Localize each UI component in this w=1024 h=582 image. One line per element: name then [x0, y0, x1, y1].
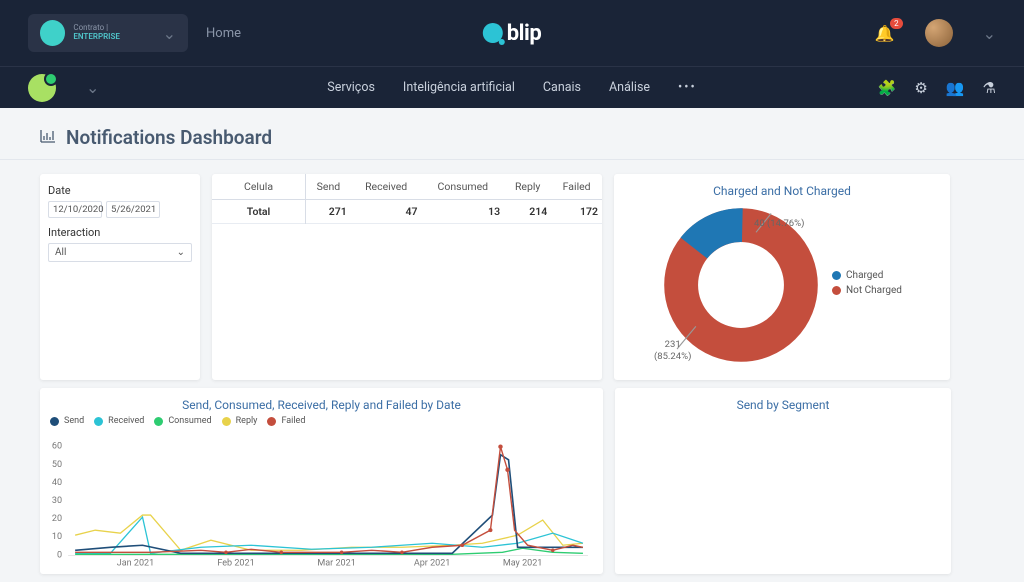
- svg-text:10: 10: [52, 532, 62, 542]
- notif-badge: 2: [890, 18, 903, 29]
- chevron-down-icon: ⌄: [177, 247, 185, 258]
- bar-chart-icon: [40, 129, 56, 147]
- svg-text:0: 0: [57, 550, 62, 560]
- col-celula[interactable]: Celula: [212, 174, 306, 200]
- org-avatar-icon: [40, 20, 65, 46]
- svg-text:May 2021: May 2021: [503, 558, 543, 568]
- legend-dot-icon: [222, 417, 231, 426]
- svg-text:Mar 2021: Mar 2021: [317, 558, 355, 568]
- date-to-input[interactable]: 5/26/2021: [106, 201, 160, 218]
- donut-legend: Charged Not Charged: [832, 270, 902, 300]
- donut-label-charged: 40 (14.76%): [754, 218, 804, 229]
- dashboard-row-2: Send, Consumed, Received, Reply and Fail…: [0, 380, 1024, 574]
- legend-reply[interactable]: Reply: [222, 416, 258, 426]
- nav-item-canais[interactable]: Canais: [543, 80, 581, 95]
- org-selector[interactable]: Contrato | ENTERPRISE ⌄: [28, 14, 188, 52]
- page-title-bar: Notifications Dashboard: [0, 108, 1024, 160]
- col-reply[interactable]: Reply: [504, 174, 551, 200]
- home-link[interactable]: Home: [206, 26, 241, 41]
- legend-consumed[interactable]: Consumed: [154, 416, 211, 426]
- header-right: 🔔 2 ⌄: [875, 19, 996, 47]
- line-chart: 0 10 20 30 40 50 60 Jan 2021 Feb 2021 Ma…: [50, 430, 593, 570]
- svg-text:40: 40: [52, 478, 62, 488]
- table-row: Total 271 47 13 214 172: [212, 200, 602, 224]
- date-from-input[interactable]: 12/10/2020: [48, 201, 102, 218]
- brand-logo[interactable]: blip: [483, 21, 541, 46]
- chevron-down-icon: ⌄: [163, 24, 176, 43]
- legend-received[interactable]: Received: [94, 416, 144, 426]
- legend-dot-icon: [94, 417, 103, 426]
- gear-icon[interactable]: ⚙: [914, 79, 927, 97]
- brand-dot-icon: [483, 23, 503, 43]
- brand-text: blip: [507, 21, 541, 46]
- nav-right-icons: 🧩 ⚙ 👥 ⚗: [878, 79, 996, 97]
- legend-failed[interactable]: Failed: [267, 416, 305, 426]
- chevron-down-icon[interactable]: ⌄: [86, 78, 99, 97]
- line-chart-card: Send, Consumed, Received, Reply and Fail…: [40, 388, 603, 574]
- legend-dot-icon: [154, 417, 163, 426]
- top-header: Contrato | ENTERPRISE ⌄ Home blip 🔔 2 ⌄: [0, 0, 1024, 66]
- summary-table: Celula Send Received Consumed Reply Fail…: [212, 174, 602, 224]
- org-text: Contrato | ENTERPRISE: [73, 24, 154, 42]
- nav-item-analise[interactable]: Análise: [609, 80, 650, 95]
- donut-card: Charged and Not Charged 40 (14.76%) Char…: [614, 174, 950, 380]
- svg-text:Jan 2021: Jan 2021: [117, 558, 154, 568]
- legend-dot-icon: [832, 271, 841, 280]
- bot-avatar[interactable]: [28, 74, 56, 102]
- legend-send[interactable]: Send: [50, 416, 84, 426]
- line-legend: Send Received Consumed Reply Failed: [50, 416, 593, 426]
- legend-charged[interactable]: Charged: [832, 270, 902, 281]
- date-label: Date: [48, 184, 192, 197]
- legend-not-charged[interactable]: Not Charged: [832, 285, 902, 296]
- interaction-select[interactable]: All ⌄: [48, 243, 192, 262]
- svg-text:Apr 2021: Apr 2021: [414, 558, 451, 568]
- legend-dot-icon: [267, 417, 276, 426]
- col-consumed[interactable]: Consumed: [422, 174, 505, 200]
- nav-more-button[interactable]: •••: [678, 80, 697, 95]
- svg-text:20: 20: [52, 514, 62, 524]
- donut-label-notcharged: 231(85.24%): [654, 339, 691, 362]
- user-avatar[interactable]: [925, 19, 953, 47]
- notifications-button[interactable]: 🔔 2: [875, 24, 895, 43]
- summary-table-card: Celula Send Received Consumed Reply Fail…: [212, 174, 602, 380]
- col-send[interactable]: Send: [306, 174, 351, 200]
- donut-title: Charged and Not Charged: [624, 184, 940, 198]
- users-icon[interactable]: 👥: [946, 79, 965, 97]
- line-title: Send, Consumed, Received, Reply and Fail…: [50, 398, 593, 412]
- nav-item-ia[interactable]: Inteligência artificial: [403, 80, 515, 95]
- svg-text:50: 50: [52, 460, 62, 470]
- svg-text:60: 60: [52, 442, 62, 452]
- segment-title: Send by Segment: [625, 398, 941, 412]
- segment-card: Send by Segment: [615, 388, 951, 574]
- puzzle-icon[interactable]: 🧩: [878, 79, 897, 97]
- dashboard-row-1: Date 12/10/2020 5/26/2021 Interaction Al…: [0, 160, 1024, 380]
- page-title: Notifications Dashboard: [66, 126, 272, 149]
- legend-dot-icon: [832, 286, 841, 295]
- nav-item-servicos[interactable]: Serviços: [327, 80, 375, 95]
- flask-icon[interactable]: ⚗: [983, 79, 996, 97]
- svg-text:30: 30: [52, 496, 62, 506]
- sub-nav: ⌄ Serviços Inteligência artificial Canai…: [0, 66, 1024, 108]
- filters-card: Date 12/10/2020 5/26/2021 Interaction Al…: [40, 174, 200, 380]
- svg-text:Feb 2021: Feb 2021: [217, 558, 254, 568]
- interaction-label: Interaction: [48, 226, 192, 239]
- col-failed[interactable]: Failed: [551, 174, 602, 200]
- legend-dot-icon: [50, 417, 59, 426]
- nav-links: Serviços Inteligência artificial Canais …: [327, 80, 696, 95]
- col-received[interactable]: Received: [351, 174, 422, 200]
- chevron-down-icon[interactable]: ⌄: [983, 24, 996, 43]
